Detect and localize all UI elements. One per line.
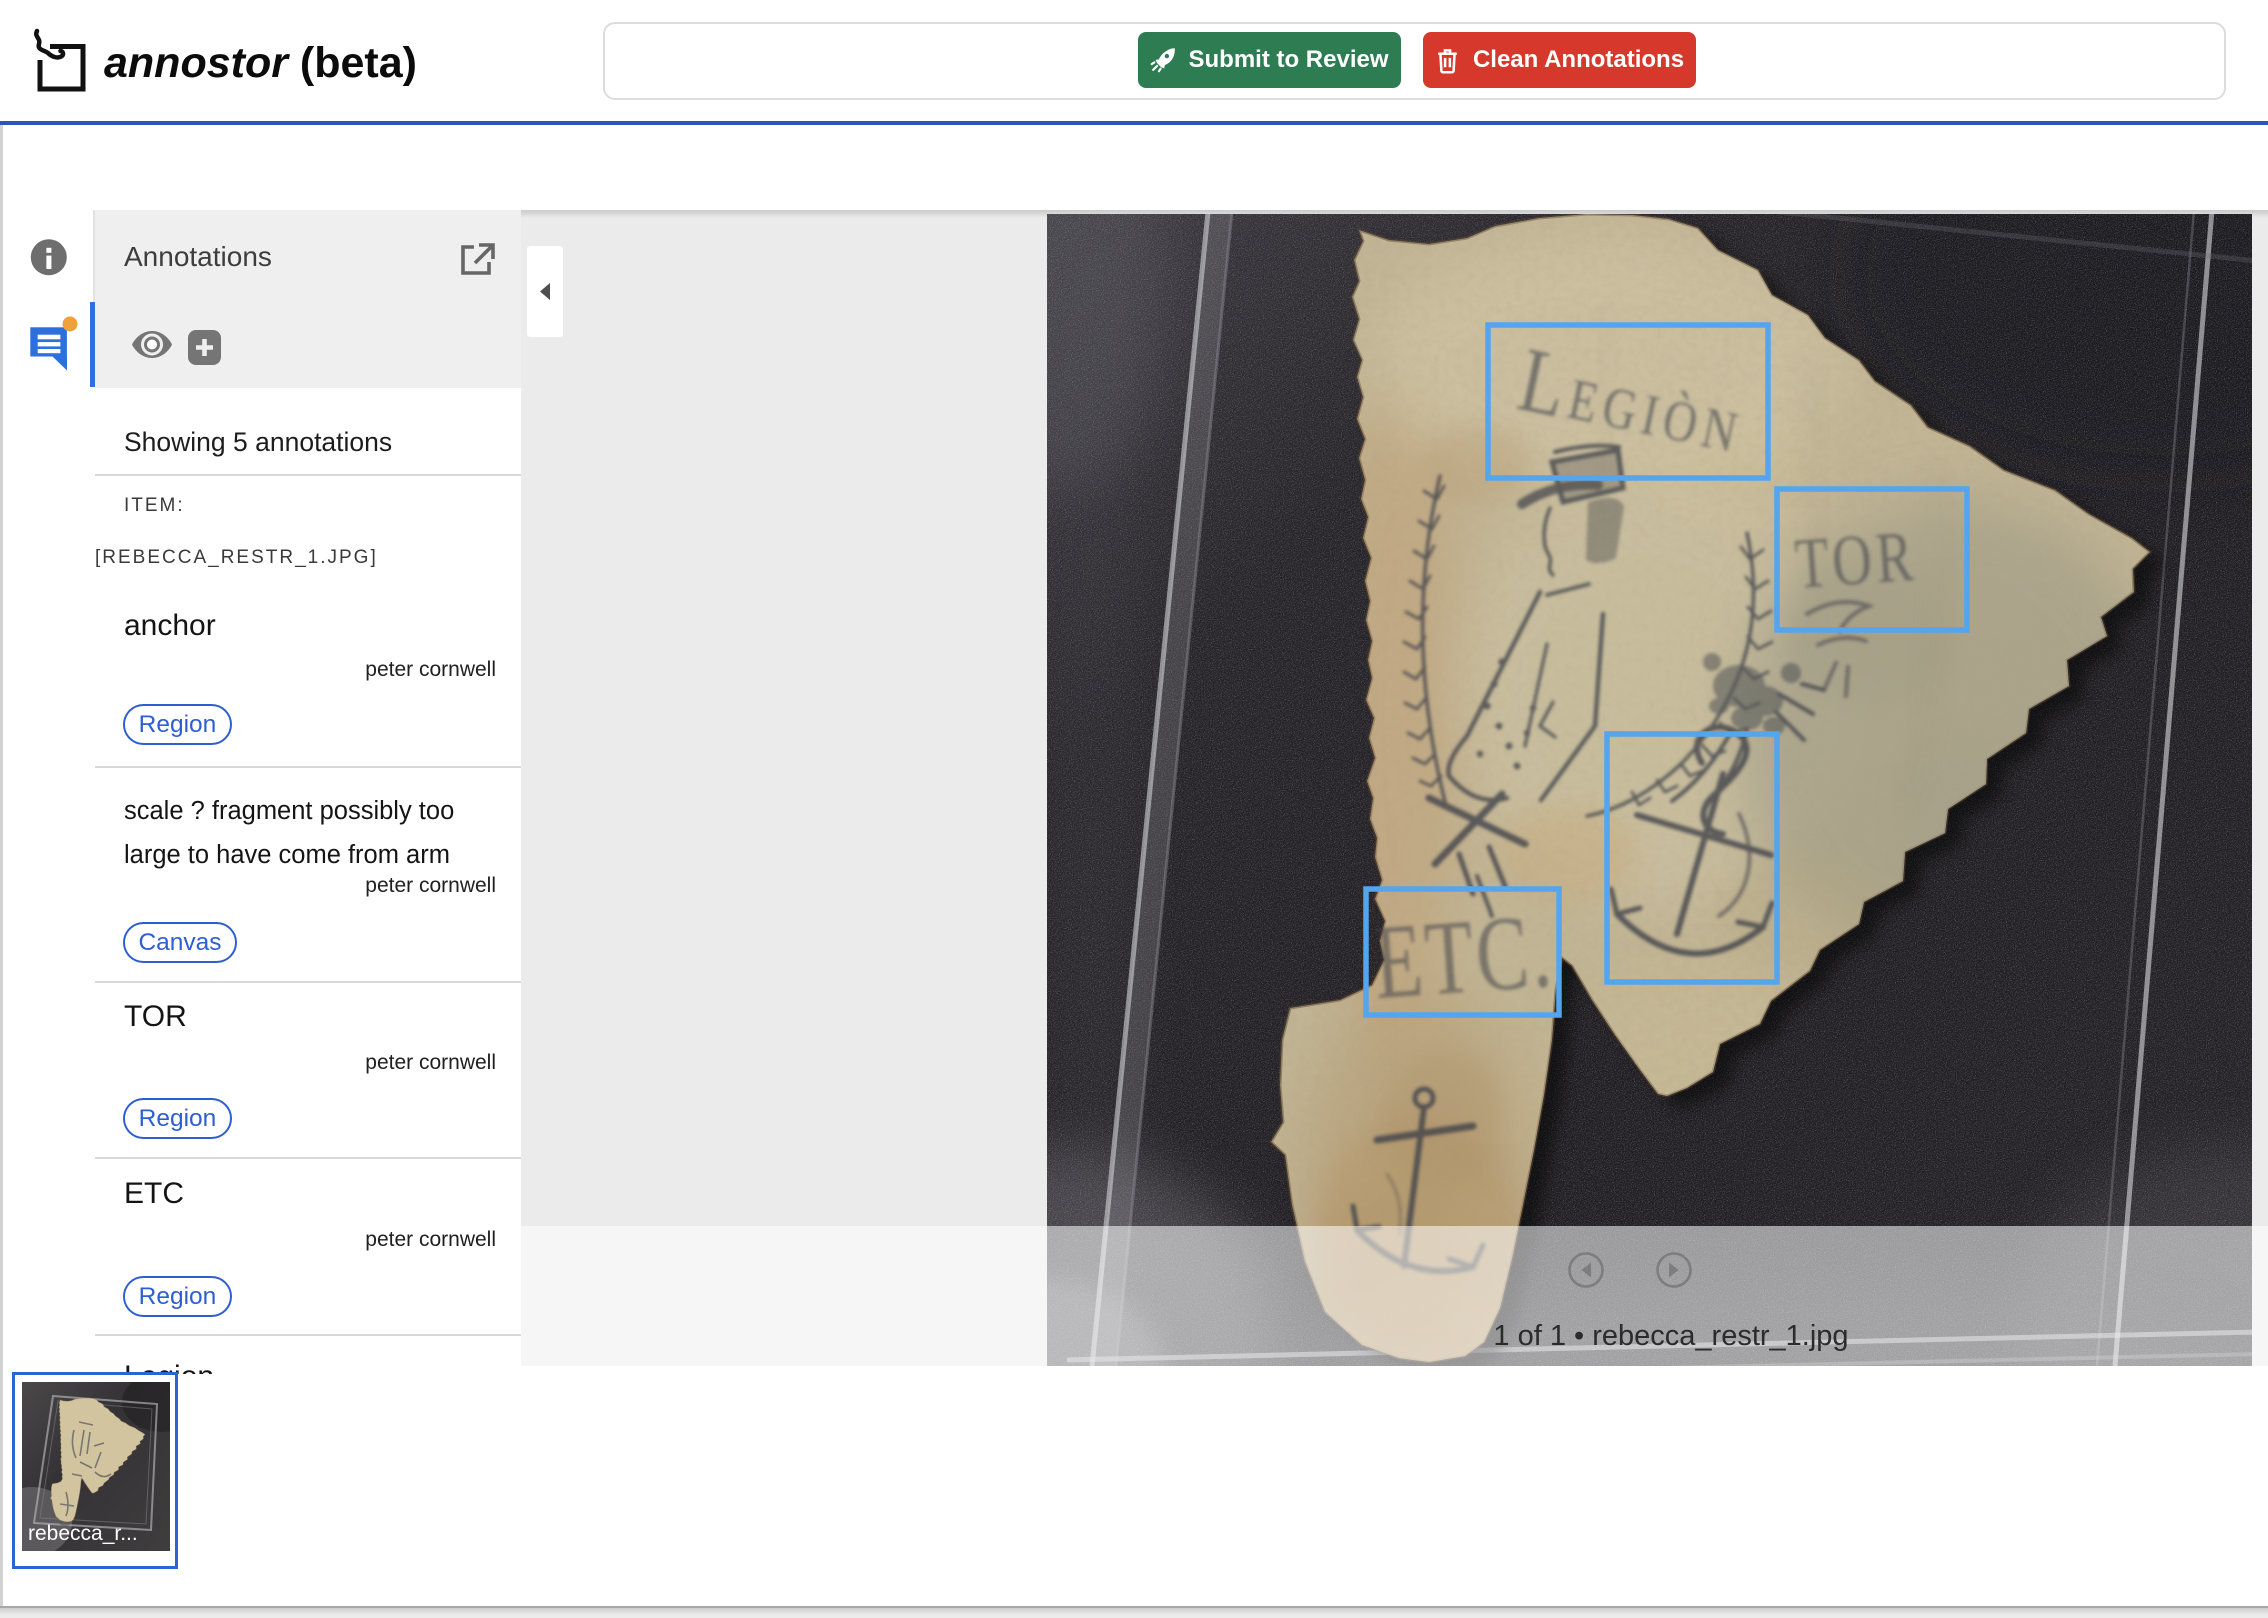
svg-text:TOR: TOR	[1793, 515, 1920, 603]
svg-text:rebecca_r...: rebecca_r...	[28, 1522, 138, 1545]
svg-text:ETC.: ETC.	[1370, 892, 1557, 1021]
